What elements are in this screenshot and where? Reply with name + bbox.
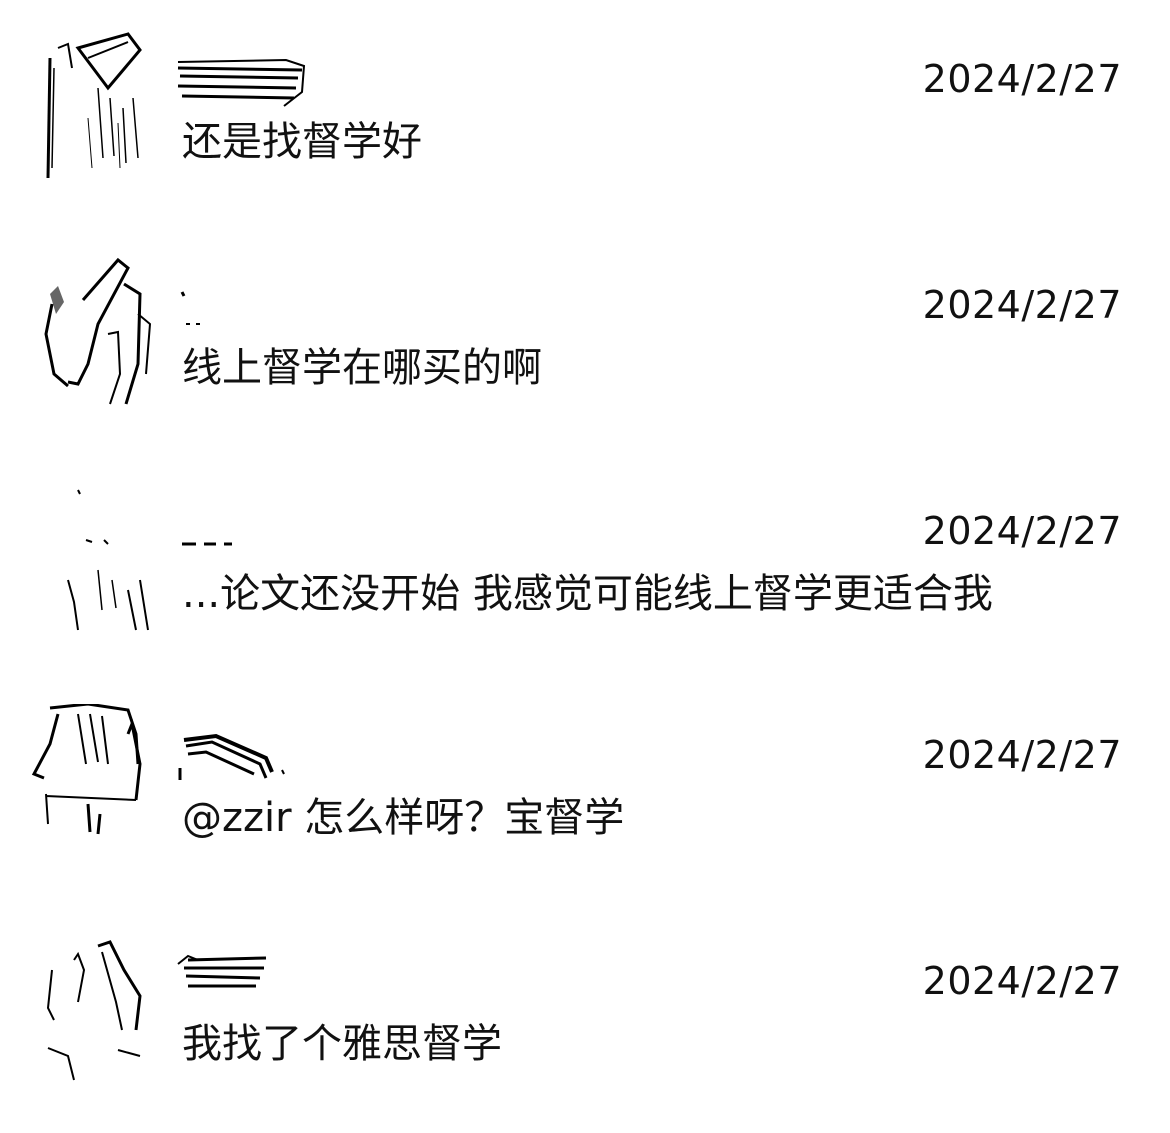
username-redacted[interactable] xyxy=(176,500,306,560)
comment-item: 2024/2/27 线上督学在哪买的啊 xyxy=(0,254,1170,454)
comment-date: 2024/2/27 xyxy=(922,57,1122,101)
comment-item: 2024/2/27 还是找督学好 xyxy=(0,28,1170,228)
username-redacted[interactable] xyxy=(176,724,306,784)
comment-text: 线上督学在哪买的啊 xyxy=(182,345,542,391)
comment-date: 2024/2/27 xyxy=(922,509,1122,553)
username-redacted[interactable] xyxy=(176,48,306,108)
avatar[interactable] xyxy=(28,704,158,864)
comment-date: 2024/2/27 xyxy=(922,733,1122,777)
avatar[interactable] xyxy=(28,930,158,1090)
comment-text: ...论文还没开始 我感觉可能线上督学更适合我 xyxy=(182,571,993,617)
comment-text: 还是找督学好 xyxy=(182,119,422,165)
comment-text: 我找了个雅思督学 xyxy=(182,1021,502,1067)
avatar[interactable] xyxy=(28,254,158,414)
username-redacted[interactable] xyxy=(176,950,306,1010)
comment-item: 2024/2/27 ...论文还没开始 我感觉可能线上督学更适合我 xyxy=(0,480,1170,680)
avatar[interactable] xyxy=(28,480,158,640)
comment-date: 2024/2/27 xyxy=(922,283,1122,327)
comment-text: @zzir 怎么样呀？宝督学 xyxy=(182,795,625,841)
username-redacted[interactable] xyxy=(176,274,306,334)
comment-item: 2024/2/27 @zzir 怎么样呀？宝督学 xyxy=(0,704,1170,904)
avatar[interactable] xyxy=(28,28,158,188)
comment-date: 2024/2/27 xyxy=(922,959,1122,1003)
comment-list: 2024/2/27 还是找督学好 2024/2/27 线上督学在哪买的啊 202… xyxy=(0,0,1170,1133)
comment-item: 2024/2/27 我找了个雅思督学 xyxy=(0,930,1170,1130)
